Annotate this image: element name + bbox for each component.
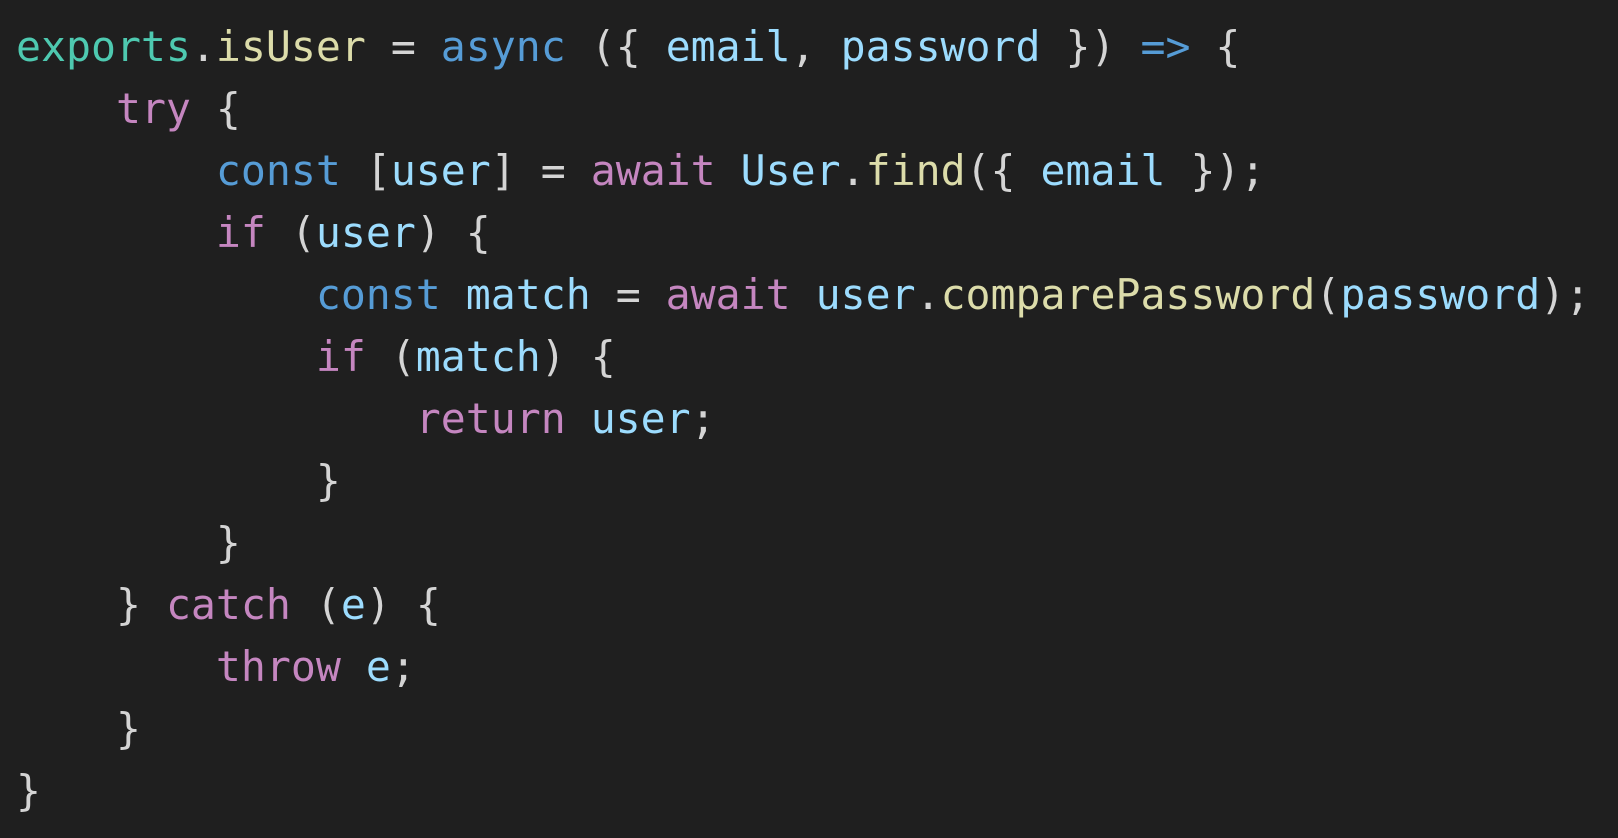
code-token-plain: ) { — [415, 208, 491, 257]
code-token-plain: }); — [1165, 146, 1266, 195]
code-line: exports.isUser = async ({ email, passwor… — [16, 16, 1618, 78]
code-token-plain: . — [190, 22, 216, 71]
code-token-plain: = — [365, 22, 441, 71]
code-token-plain: [ — [340, 146, 391, 195]
code-token-plain: ; — [390, 642, 416, 691]
code-token-plain: { — [190, 84, 241, 133]
code-token-storage: const — [215, 146, 341, 195]
code-token-control: try — [115, 84, 191, 133]
code-token-variable: email — [1040, 146, 1166, 195]
code-token-control: if — [315, 332, 366, 381]
code-token-variable: User — [740, 146, 841, 195]
code-token-variable: e — [340, 580, 366, 629]
code-token-variable: password — [840, 22, 1041, 71]
code-token-variable: match — [415, 332, 541, 381]
code-token-control: throw — [215, 642, 341, 691]
code-token-plain: ( — [365, 332, 416, 381]
code-line: const match = await user.comparePassword… — [16, 264, 1618, 326]
code-token-storage: => — [1140, 22, 1191, 71]
code-token-function: comparePassword — [940, 270, 1316, 319]
code-token-variable: email — [665, 22, 791, 71]
code-line: throw e; — [16, 636, 1618, 698]
code-token-plain: ); — [1540, 270, 1591, 319]
code-token-plain: } — [315, 456, 341, 505]
code-token-plain: }) — [1040, 22, 1141, 71]
code-token-plain: ] = — [490, 146, 591, 195]
code-token-plain: ) { — [365, 580, 441, 629]
code-token-storage: async — [440, 22, 566, 71]
code-token-plain: . — [915, 270, 941, 319]
code-token-plain: { — [1190, 22, 1241, 71]
code-token-variable: user — [590, 394, 691, 443]
code-line: try { — [16, 78, 1618, 140]
code-token-variable: user — [390, 146, 491, 195]
code-token-plain: ( — [265, 208, 316, 257]
code-editor[interactable]: exports.isUser = async ({ email, passwor… — [0, 0, 1618, 838]
code-token-control: if — [215, 208, 266, 257]
code-lines: exports.isUser = async ({ email, passwor… — [16, 16, 1618, 822]
code-line: if (user) { — [16, 202, 1618, 264]
code-token-plain: , — [790, 22, 841, 71]
code-line: } — [16, 450, 1618, 512]
code-token-variable: match — [465, 270, 591, 319]
code-token-function: find — [865, 146, 966, 195]
code-token-variable: password — [1340, 270, 1541, 319]
code-token-plain: } — [16, 766, 41, 815]
code-token-plain: } — [115, 580, 166, 629]
code-line: } — [16, 512, 1618, 574]
code-token-plain: } — [115, 704, 141, 753]
code-token-plain: ({ — [565, 22, 666, 71]
code-token-variable: user — [815, 270, 916, 319]
code-token-plain: ({ — [965, 146, 1041, 195]
code-line: } — [16, 698, 1618, 760]
code-line: return user; — [16, 388, 1618, 450]
code-token-plain: } — [215, 518, 241, 567]
code-token-control: await — [665, 270, 791, 319]
code-token-object: exports — [16, 22, 191, 71]
code-token-plain: ( — [1315, 270, 1341, 319]
code-token-plain: ( — [290, 580, 341, 629]
code-line: const [user] = await User.find({ email }… — [16, 140, 1618, 202]
code-token-control: return — [415, 394, 566, 443]
code-token-plain: ) { — [540, 332, 616, 381]
code-line: } catch (e) { — [16, 574, 1618, 636]
code-token-variable: user — [315, 208, 416, 257]
code-token-storage: const — [315, 270, 441, 319]
code-token-plain: ; — [690, 394, 716, 443]
code-line: } — [16, 760, 1618, 822]
code-token-plain: = — [590, 270, 666, 319]
code-token-control: catch — [165, 580, 291, 629]
code-line: if (match) { — [16, 326, 1618, 388]
code-token-control: await — [590, 146, 716, 195]
code-token-function: isUser — [215, 22, 366, 71]
code-token-variable: e — [365, 642, 391, 691]
code-token-plain: . — [840, 146, 866, 195]
